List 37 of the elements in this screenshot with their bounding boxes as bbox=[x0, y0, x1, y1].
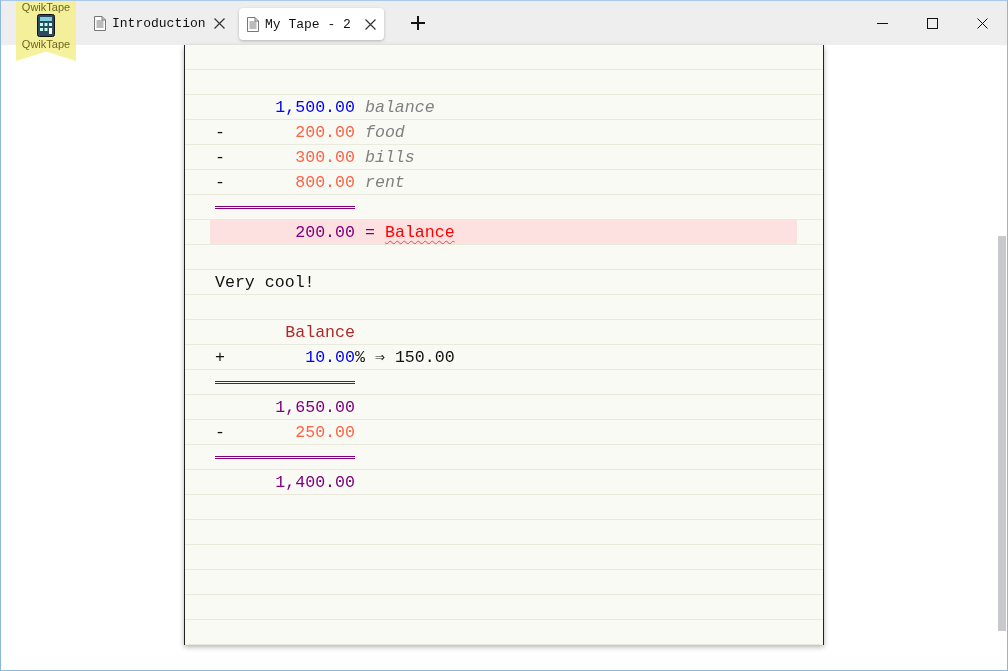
amount: 200.00 bbox=[294, 122, 355, 142]
add-tab-icon[interactable] bbox=[411, 16, 425, 30]
document-icon bbox=[247, 16, 259, 32]
close-icon[interactable] bbox=[977, 17, 988, 29]
maximize-icon[interactable] bbox=[927, 17, 938, 29]
amount: 1,400.00 bbox=[274, 472, 355, 492]
equals-sign: = bbox=[365, 222, 375, 242]
amount: 250.00 bbox=[294, 422, 355, 442]
operator: + bbox=[215, 347, 226, 367]
calculator-icon bbox=[37, 14, 55, 37]
operator: - bbox=[215, 122, 226, 142]
note-text: Very cool! bbox=[215, 272, 315, 292]
amount: 10.00 bbox=[304, 347, 355, 367]
operator: - bbox=[215, 147, 226, 167]
variable-name: Balance bbox=[384, 222, 455, 242]
comment: food bbox=[365, 122, 405, 142]
amount: 800.00 bbox=[294, 172, 355, 192]
variable-label: Balance bbox=[284, 322, 355, 342]
comment: rent bbox=[365, 172, 405, 192]
amount: 300.00 bbox=[294, 147, 355, 167]
comment: bills bbox=[365, 147, 415, 167]
percent-sign: % bbox=[355, 347, 365, 367]
percent-result: ⇒ 150.00 bbox=[374, 347, 455, 367]
document-icon bbox=[94, 15, 106, 31]
scrollbar-thumb[interactable] bbox=[998, 236, 1006, 631]
total-amount: 200.00 bbox=[294, 222, 355, 242]
tab[interactable]: My Tape - 2 bbox=[239, 8, 384, 40]
comment: balance bbox=[365, 97, 435, 117]
close-icon[interactable] bbox=[365, 18, 376, 30]
ribbon-text: QwikTape bbox=[21, 1, 71, 13]
operator: - bbox=[215, 422, 226, 442]
tab[interactable]: Introduction bbox=[86, 7, 233, 39]
operator: - bbox=[215, 172, 226, 192]
amount: 1,500.00 bbox=[274, 97, 355, 117]
close-icon[interactable] bbox=[214, 17, 225, 29]
ribbon-text: QwikTape bbox=[21, 38, 71, 50]
amount: 1,650.00 bbox=[274, 397, 355, 417]
